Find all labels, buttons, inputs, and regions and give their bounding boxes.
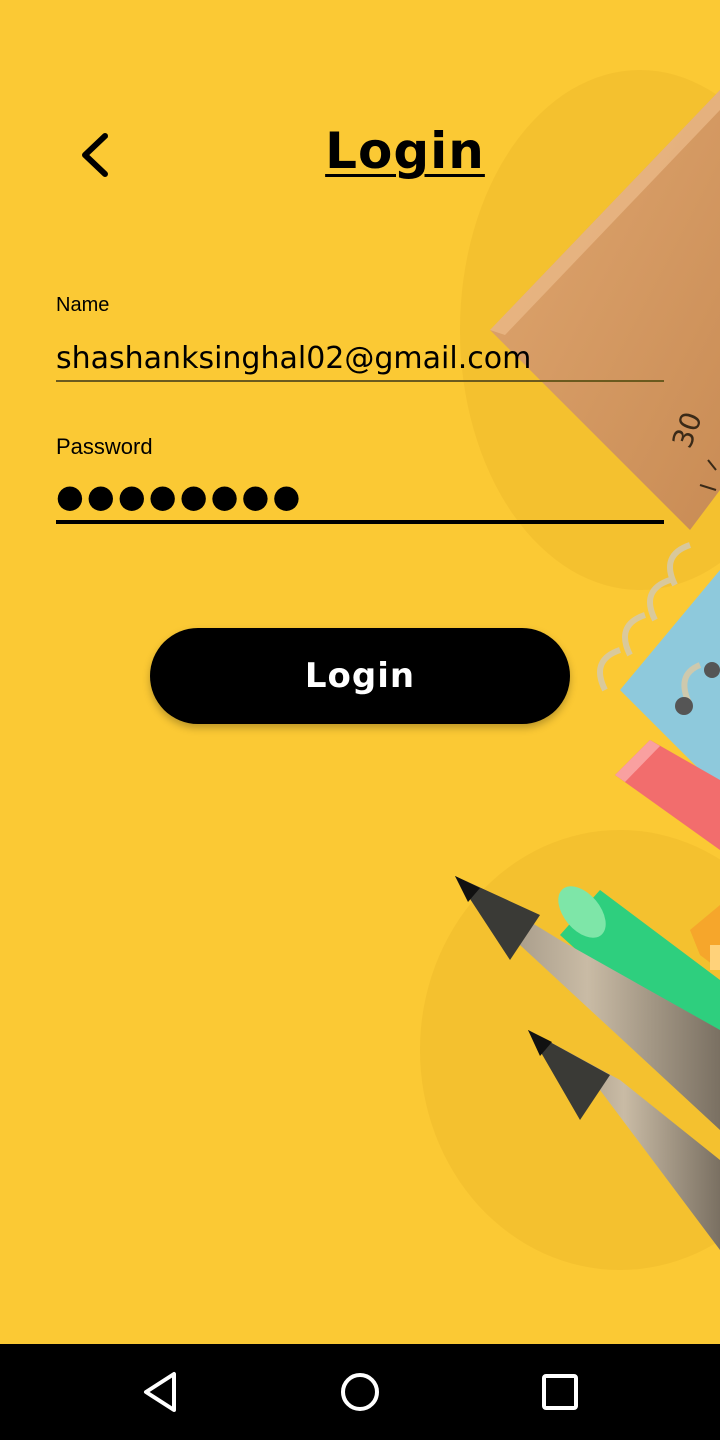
login-button[interactable]: Login [150, 628, 570, 724]
square-recents-icon [542, 1374, 578, 1410]
chevron-left-icon [82, 133, 108, 177]
password-label: Password [56, 434, 153, 459]
page-title: Login [325, 122, 485, 180]
password-field: Password ●●●●●●●● [56, 434, 664, 524]
nav-back-button[interactable] [120, 1366, 200, 1418]
back-button[interactable] [60, 120, 130, 190]
system-navigation-bar [0, 1344, 720, 1440]
password-input[interactable]: ●●●●●●●● [56, 476, 664, 524]
nav-home-button[interactable] [320, 1366, 400, 1418]
nav-recents-button[interactable] [520, 1366, 600, 1418]
name-label: Name [56, 294, 110, 316]
login-screen: 30 Login Name shashanksinghal02@gmail.co… [0, 0, 720, 1344]
name-field: Name shashanksinghal02@gmail.com [56, 294, 664, 382]
triangle-back-icon [144, 1372, 176, 1412]
circle-home-icon [341, 1373, 379, 1411]
name-input[interactable]: shashanksinghal02@gmail.com [56, 341, 664, 382]
